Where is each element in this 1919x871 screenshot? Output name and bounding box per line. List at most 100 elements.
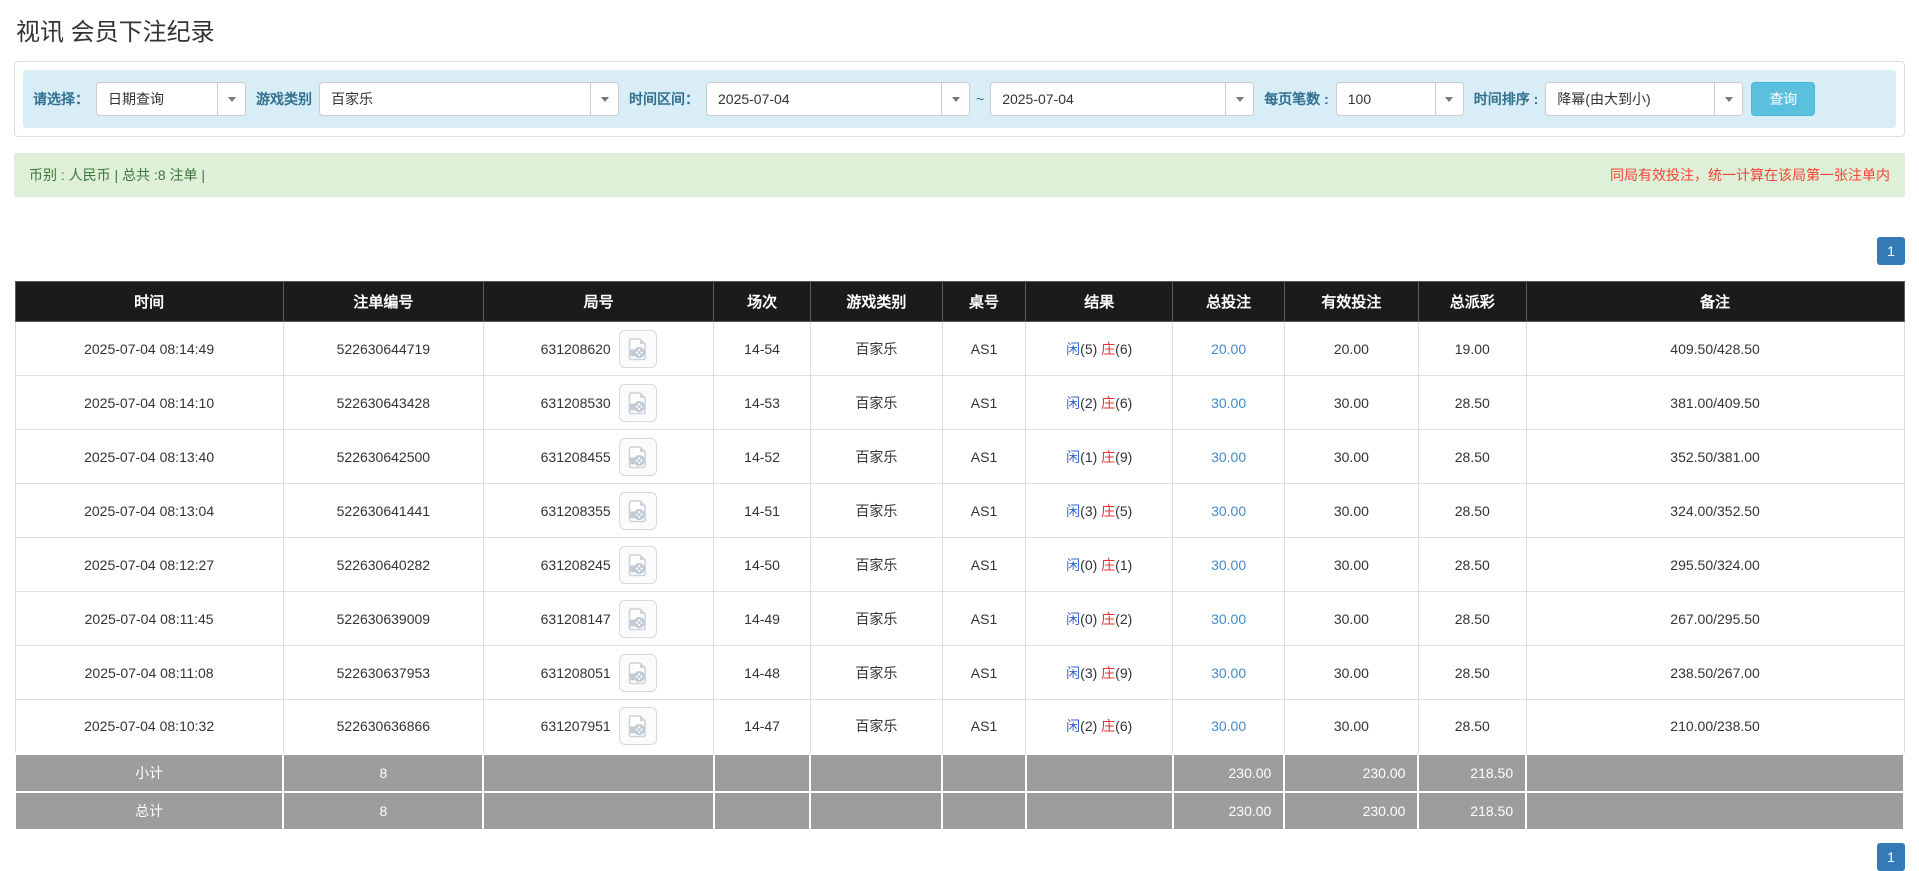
chevron-down-icon[interactable] [941,83,969,115]
page-size-value: 100 [1347,91,1372,107]
round-id-cell: 631208051 [482,645,715,700]
table-row: 2025-07-04 08:12:27 522630640282 6312082… [14,537,1905,592]
column-header: 时间 [14,281,284,322]
video-replay-icon [628,553,646,576]
round-id: 631208355 [540,502,611,519]
table-row: 2025-07-04 08:14:10 522630643428 6312085… [14,375,1905,430]
date-from-value: 2025-07-04 [718,91,790,107]
grand-total-count: 8 [282,790,485,831]
result-banker: 庄 [1101,502,1116,519]
chevron-down-icon[interactable] [1714,83,1743,115]
round-id: 631208620 [540,340,611,357]
total-bet-link[interactable]: 30.00 [1211,611,1246,627]
total-bet-link[interactable]: 30.00 [1211,557,1246,573]
chevron-down-icon[interactable] [590,83,618,115]
video-replay-icon [628,661,646,684]
result-cell: 闲(2) 庄(6) [1025,375,1174,430]
bet-id-cell: 522630636866 [282,699,484,754]
video-replay-button[interactable] [618,653,657,692]
video-replay-button[interactable] [618,437,657,476]
total-bet-cell: 30.00 [1172,645,1285,700]
grand-total-label: 总计 [13,790,285,831]
bet-time-cell: 2025-07-04 08:14:49 [14,321,284,376]
total-bet-link[interactable]: 30.00 [1211,503,1246,519]
remark-cell: 352.50/381.00 [1525,429,1905,484]
date-to-combo[interactable]: 2025-07-04 [990,82,1255,116]
column-header: 总派彩 [1417,281,1527,322]
game-type-cell: 百家乐 [809,537,943,592]
select-type-combo[interactable]: 日期查询 [96,82,246,116]
page-button-1[interactable]: 1 [1877,842,1905,871]
video-replay-button[interactable] [618,707,657,746]
total-bet-link[interactable]: 30.00 [1211,395,1246,411]
video-replay-button[interactable] [618,599,657,638]
select-type-value: 日期查询 [108,91,164,107]
grand-total-row: 总计 8 230.00 230.00 218.50 [13,790,1905,831]
grand-total-total-bet: 230.00 [1171,790,1286,831]
table-body: 2025-07-04 08:14:49 522630644719 6312086… [13,321,1905,831]
video-replay-button[interactable] [618,491,657,530]
payout-cell: 28.50 [1417,375,1527,430]
round-id: 631208455 [540,448,611,465]
result-banker: 庄 [1101,664,1116,681]
result-banker: 庄 [1101,718,1116,735]
bet-time-cell: 2025-07-04 08:12:27 [14,537,284,592]
subtotal-total-bet: 230.00 [1171,752,1286,793]
video-replay-button[interactable] [618,383,657,422]
result-banker: 庄 [1101,556,1116,573]
date-from-combo[interactable]: 2025-07-04 [706,82,970,116]
session-cell: 14-52 [713,429,811,484]
total-bet-link[interactable]: 30.00 [1211,665,1246,681]
session-cell: 14-49 [713,591,811,646]
query-button[interactable]: 查询 [1751,82,1816,116]
column-header: 备注 [1525,281,1905,322]
result-player: 闲 [1066,610,1081,627]
game-type-cell: 百家乐 [809,375,943,430]
round-id: 631208245 [540,556,611,573]
page-size-combo[interactable]: 100 [1335,82,1464,116]
table-row: 2025-07-04 08:13:40 522630642500 6312084… [14,429,1905,484]
total-bet-cell: 30.00 [1172,429,1285,484]
round-id: 631208147 [540,610,611,627]
payout-cell: 28.50 [1417,699,1527,754]
total-bet-link[interactable]: 20.00 [1211,341,1246,357]
valid-bet-cell: 30.00 [1283,537,1419,592]
video-replay-button[interactable] [618,545,657,584]
result-player: 闲 [1066,340,1081,357]
subtotal-payout: 218.50 [1417,752,1528,793]
result-banker: 庄 [1101,394,1116,411]
sort-order-value: 降幂(由大到小) [1557,91,1651,107]
chevron-down-icon[interactable] [1434,83,1463,115]
filter-bar: 请选择： 日期查询 游戏类别 百家乐 时间区间： 2025-07-04 ~ 20… [23,70,1896,128]
video-replay-icon [628,715,646,738]
video-replay-button[interactable] [618,329,657,368]
grand-total-valid-bet: 230.00 [1283,790,1420,831]
table-no-cell: AS1 [941,591,1027,646]
valid-bet-cell: 30.00 [1283,375,1419,430]
result-player: 闲 [1066,556,1081,573]
total-bet-link[interactable]: 30.00 [1211,718,1246,734]
subtotal-valid-bet: 230.00 [1283,752,1420,793]
page-button-1[interactable]: 1 [1877,237,1905,265]
session-cell: 14-47 [713,699,811,754]
video-replay-icon [628,391,646,414]
bet-time-cell: 2025-07-04 08:13:04 [14,483,284,538]
game-type-combo[interactable]: 百家乐 [319,82,619,116]
total-bet-cell: 20.00 [1172,321,1285,376]
chevron-down-icon[interactable] [217,83,245,115]
same-round-notice: 同局有效投注，统一计算在该局第一张注单内 [1610,167,1890,183]
total-bet-link[interactable]: 30.00 [1211,449,1246,465]
table-no-cell: AS1 [941,321,1027,376]
column-header: 总投注 [1172,281,1285,322]
filter-panel: 请选择： 日期查询 游戏类别 百家乐 时间区间： 2025-07-04 ~ 20… [14,61,1905,137]
sort-order-combo[interactable]: 降幂(由大到小) [1545,82,1744,116]
payout-cell: 28.50 [1417,429,1527,484]
round-id: 631208051 [540,664,611,681]
total-bet-cell: 30.00 [1172,483,1285,538]
game-type-cell: 百家乐 [809,429,943,484]
bet-id-cell: 522630641441 [282,483,484,538]
table-row: 2025-07-04 08:13:04 522630641441 6312083… [14,483,1905,538]
valid-bet-cell: 20.00 [1283,321,1419,376]
valid-bet-cell: 30.00 [1283,483,1419,538]
chevron-down-icon[interactable] [1225,83,1254,115]
